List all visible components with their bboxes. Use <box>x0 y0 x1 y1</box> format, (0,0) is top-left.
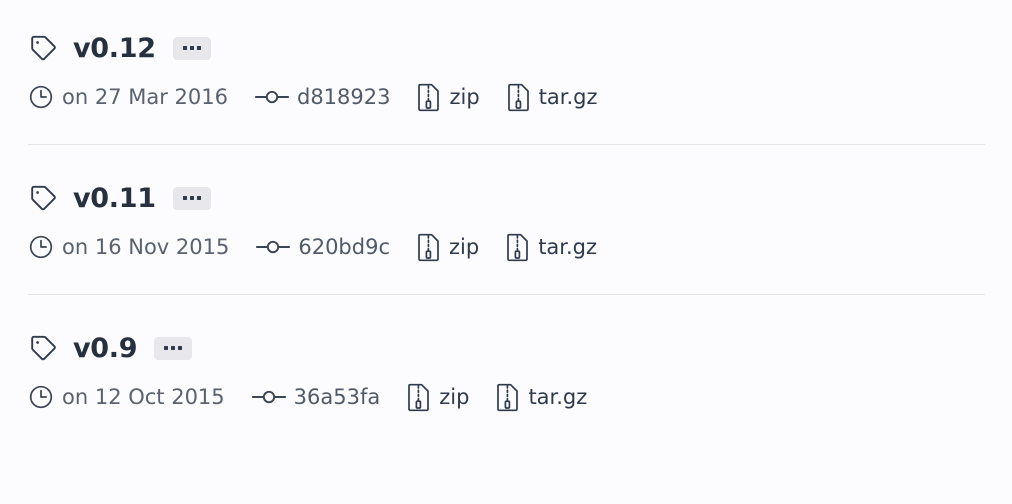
release-meta: on 27 Mar 2016 d818923 zip tar.gz <box>28 81 1012 113</box>
release-menu-button[interactable] <box>172 186 211 210</box>
release-version: v0.12 <box>73 32 156 64</box>
release-version: v0.9 <box>73 332 138 364</box>
file-zip-icon <box>417 83 440 112</box>
release-download-label: tar.gz <box>528 384 588 409</box>
release-date: on 16 Nov 2015 <box>28 234 229 260</box>
clock-icon <box>28 384 54 410</box>
release-download-label: tar.gz <box>538 234 598 259</box>
release-download[interactable]: tar.gz <box>496 383 587 412</box>
release-download[interactable]: tar.gz <box>507 83 598 112</box>
release-menu-button[interactable] <box>172 36 211 60</box>
file-zip-icon <box>407 383 430 412</box>
release-date-text: on 12 Oct 2015 <box>62 384 225 409</box>
release-meta: on 12 Oct 2015 36a53fa zip tar.gz <box>28 381 1012 413</box>
release-row: v0.12 on 27 Mar 2016 d818923 zip tar.gz <box>0 0 1012 113</box>
release-download[interactable]: zip <box>417 233 479 262</box>
ellipsis-dot <box>189 46 194 50</box>
file-zip-icon <box>507 83 530 112</box>
tag-icon <box>28 333 58 363</box>
release-commit[interactable]: 36a53fa <box>251 384 381 409</box>
ellipsis-dot <box>196 46 201 50</box>
release-download-label: tar.gz <box>538 84 598 109</box>
release-row: v0.9 on 12 Oct 2015 36a53fa zip tar.gz <box>0 295 1012 413</box>
release-date-text: on 16 Nov 2015 <box>62 234 230 259</box>
ellipsis-dot <box>189 196 194 200</box>
file-zip-icon <box>417 233 440 262</box>
release-list: v0.12 on 27 Mar 2016 d818923 zip tar.gz … <box>0 0 1012 413</box>
release-download-label: zip <box>439 384 470 409</box>
release-heading: v0.11 <box>28 181 1012 215</box>
release-commit[interactable]: d818923 <box>254 84 391 109</box>
release-commit-hash: 620bd9c <box>298 234 390 259</box>
commit-icon <box>254 87 290 107</box>
clock-icon <box>28 84 54 110</box>
ellipsis-dot <box>178 346 183 350</box>
release-heading: v0.12 <box>28 31 1012 65</box>
release-download[interactable]: zip <box>407 383 469 412</box>
release-commit-hash: d818923 <box>296 84 391 109</box>
release-download[interactable]: tar.gz <box>506 233 597 262</box>
release-date-text: on 27 Mar 2016 <box>62 84 228 109</box>
tag-icon <box>28 183 58 213</box>
release-row: v0.11 on 16 Nov 2015 620bd9c zip tar.gz <box>0 145 1012 263</box>
release-commit-hash: 36a53fa <box>293 384 381 409</box>
release-date: on 27 Mar 2016 <box>28 84 228 110</box>
ellipsis-dot <box>164 346 169 350</box>
tag-icon <box>28 33 58 63</box>
release-download[interactable]: zip <box>417 83 480 112</box>
commit-icon <box>251 387 286 407</box>
ellipsis-dot <box>171 346 176 350</box>
release-menu-button[interactable] <box>154 336 193 360</box>
release-commit[interactable]: 620bd9c <box>256 234 390 259</box>
ellipsis-dot <box>182 46 187 50</box>
release-meta: on 16 Nov 2015 620bd9c zip tar.gz <box>28 231 1012 263</box>
commit-icon <box>256 237 291 257</box>
ellipsis-dot <box>182 196 187 200</box>
release-version: v0.11 <box>73 182 156 214</box>
file-zip-icon <box>506 233 529 262</box>
release-date: on 12 Oct 2015 <box>28 384 225 410</box>
ellipsis-dot <box>196 196 201 200</box>
file-zip-icon <box>496 383 519 412</box>
release-download-label: zip <box>449 84 480 109</box>
clock-icon <box>28 234 54 260</box>
release-heading: v0.9 <box>28 331 1012 365</box>
release-download-label: zip <box>449 234 480 259</box>
